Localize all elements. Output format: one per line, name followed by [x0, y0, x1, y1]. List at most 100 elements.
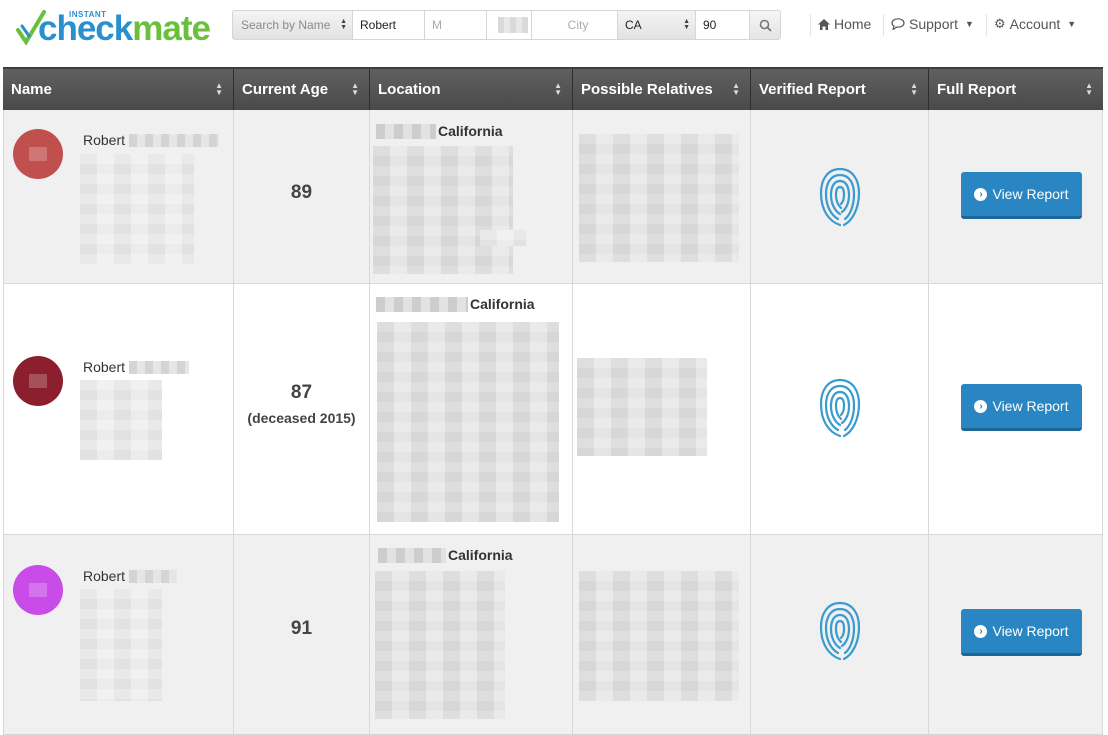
select-arrows-icon: ▲ ▼ — [683, 18, 690, 31]
avatar — [13, 356, 63, 406]
column-header-location[interactable]: Location ▲ ▼ — [370, 69, 573, 110]
full-report-cell: › View Report — [929, 535, 1103, 734]
middle-name-input[interactable]: M — [424, 10, 486, 40]
redacted-text — [376, 123, 436, 139]
view-report-button[interactable]: › View Report — [961, 609, 1082, 656]
redacted-text — [129, 569, 178, 583]
table-row[interactable]: Robert 91 California › View Report — [3, 535, 1103, 735]
redacted-text — [129, 360, 190, 374]
sort-icon: ▲ ▼ — [351, 81, 359, 97]
nav-home-label: Home — [834, 16, 872, 32]
logo-wordmark: checkmate — [38, 9, 211, 48]
view-report-label: View Report — [992, 186, 1069, 202]
name-cell: Robert — [3, 535, 234, 734]
relatives-cell — [573, 284, 751, 534]
search-icon — [759, 19, 772, 32]
deceased-note: (deceased 2015) — [247, 410, 356, 426]
age-cell: 91 — [234, 535, 370, 734]
location-cell: California — [370, 535, 573, 734]
redacted-details — [80, 589, 162, 701]
instant-checkmate-logo[interactable]: INSTANT checkmate — [16, 4, 216, 48]
location-state: California — [376, 296, 535, 312]
full-report-cell: › View Report — [929, 110, 1103, 283]
last-name-input[interactable] — [486, 10, 531, 40]
column-header-verified-report[interactable]: Verified Report ▲ ▼ — [751, 69, 929, 110]
speech-bubble-icon — [891, 18, 905, 30]
nav-divider — [810, 14, 811, 36]
sort-icon: ▲ ▼ — [1085, 81, 1093, 97]
location-state: California — [378, 547, 513, 563]
redacted-relatives — [579, 571, 739, 701]
sort-icon: ▲ ▼ — [215, 81, 223, 97]
fingerprint-icon[interactable] — [818, 165, 862, 229]
nav-support[interactable]: Support ▼ — [883, 14, 974, 36]
table-row[interactable]: Robert 89 California › View Report — [3, 110, 1103, 284]
select-arrows-icon: ▲ ▼ — [340, 18, 347, 31]
column-header-current-age[interactable]: Current Age ▲ ▼ — [234, 69, 370, 110]
view-report-button[interactable]: › View Report — [961, 384, 1082, 431]
first-name-input[interactable]: Robert — [352, 10, 424, 40]
search-button[interactable] — [749, 10, 781, 40]
gear-icon: ⚙ — [994, 16, 1006, 31]
full-report-cell: › View Report — [929, 284, 1103, 534]
nav-divider — [986, 14, 987, 36]
search-bar: Search by Name ▲ ▼ Robert M City CA ▲ ▼ 90 — [232, 10, 781, 40]
person-name: Robert — [83, 132, 220, 148]
redacted-text — [129, 133, 220, 147]
sort-icon: ▲ ▼ — [554, 81, 562, 97]
verified-report-cell — [751, 110, 929, 283]
sort-icon: ▲ ▼ — [910, 81, 918, 97]
table-header: Name ▲ ▼ Current Age ▲ ▼ Location ▲ ▼ Possible… — [3, 67, 1103, 110]
results-table: Name ▲ ▼ Current Age ▲ ▼ Location ▲ ▼ Possible… — [3, 67, 1103, 735]
view-report-label: View Report — [992, 623, 1069, 639]
table-row[interactable]: Robert 87 (deceased 2015) California › V… — [3, 284, 1103, 535]
state-select[interactable]: CA ▲ ▼ — [617, 10, 695, 40]
relatives-cell — [573, 110, 751, 283]
fingerprint-icon[interactable] — [818, 599, 862, 663]
age-cell: 89 — [234, 110, 370, 283]
chevron-down-icon: ▼ — [1067, 19, 1077, 29]
relatives-cell — [573, 535, 751, 734]
redacted-addresses — [377, 322, 559, 522]
verified-report-cell — [751, 535, 929, 734]
city-input[interactable]: City — [531, 10, 617, 40]
home-icon — [818, 18, 830, 30]
nav-account-label: Account — [1009, 16, 1061, 32]
age-cell: 87 (deceased 2015) — [234, 284, 370, 534]
top-bar: INSTANT checkmate Search by Name ▲ ▼ Robe… — [0, 0, 1108, 52]
column-header-name[interactable]: Name ▲ ▼ — [3, 69, 234, 110]
search-type-select[interactable]: Search by Name ▲ ▼ — [232, 10, 352, 40]
nav-account[interactable]: ⚙ Account ▼ — [986, 14, 1077, 36]
arrow-circle-right-icon: › — [974, 399, 988, 413]
redacted-text — [480, 230, 526, 246]
verified-report-cell — [751, 284, 929, 534]
redacted-text — [376, 296, 468, 312]
nav-divider — [883, 14, 884, 36]
view-report-button[interactable]: › View Report — [961, 172, 1082, 219]
location-cell: California — [370, 110, 573, 283]
redacted-text — [497, 17, 528, 33]
redacted-details — [80, 154, 194, 264]
person-name: Robert — [83, 568, 178, 584]
name-cell: Robert — [3, 284, 234, 534]
arrow-circle-right-icon: › — [974, 624, 988, 638]
nav-support-label: Support — [909, 16, 959, 32]
current-age: 91 — [290, 618, 313, 639]
chevron-down-icon: ▼ — [965, 19, 974, 29]
column-header-possible-relatives[interactable]: Possible Relatives ▲ ▼ — [573, 69, 751, 110]
fingerprint-icon[interactable] — [818, 376, 862, 440]
redacted-relatives — [579, 134, 739, 262]
nav-home[interactable]: Home — [810, 14, 872, 36]
view-report-label: View Report — [992, 398, 1069, 414]
age-input[interactable]: 90 — [695, 10, 749, 40]
avatar — [13, 565, 63, 615]
location-cell: California — [370, 284, 573, 534]
name-cell: Robert — [3, 110, 234, 283]
avatar — [13, 129, 63, 179]
redacted-details — [80, 380, 162, 460]
redacted-text — [378, 547, 446, 563]
column-header-full-report[interactable]: Full Report ▲ ▼ — [929, 69, 1103, 110]
redacted-relatives — [577, 358, 707, 456]
person-name: Robert — [83, 359, 190, 375]
current-age: 87 — [290, 382, 313, 403]
